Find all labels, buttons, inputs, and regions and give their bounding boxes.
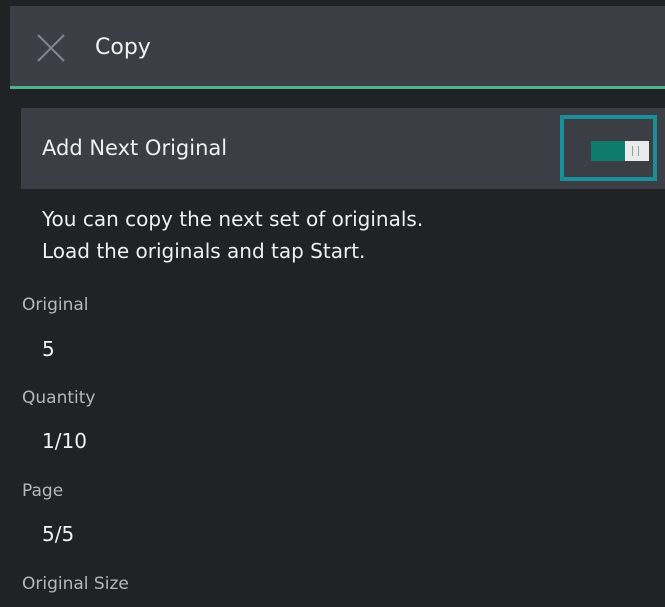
close-icon [37,34,65,62]
header-accent-bar [10,86,665,89]
page-label: Page [22,481,64,501]
toggle-on-fill [591,141,625,161]
page-value: 5/5 [42,522,75,546]
quantity-value: 1/10 [42,429,87,453]
instruction-message: You can copy the next set of originals. … [42,203,423,267]
add-next-original-label: Add Next Original [42,136,228,160]
original-label: Original [22,295,89,315]
quantity-label: Quantity [22,388,96,408]
original-size-label: Original Size [22,574,129,594]
add-next-original-toggle[interactable] [591,141,649,161]
toggle-grip-icon [632,146,639,156]
original-value: 5 [42,337,55,361]
instruction-line-1: You can copy the next set of originals. [42,207,424,231]
add-next-original-toggle-focus[interactable] [560,115,657,181]
add-next-original-row[interactable]: Add Next Original [21,108,665,189]
page-title: Copy [95,35,151,60]
close-button[interactable] [35,32,67,64]
instruction-line-2: Load the originals and tap Start. [42,239,366,263]
